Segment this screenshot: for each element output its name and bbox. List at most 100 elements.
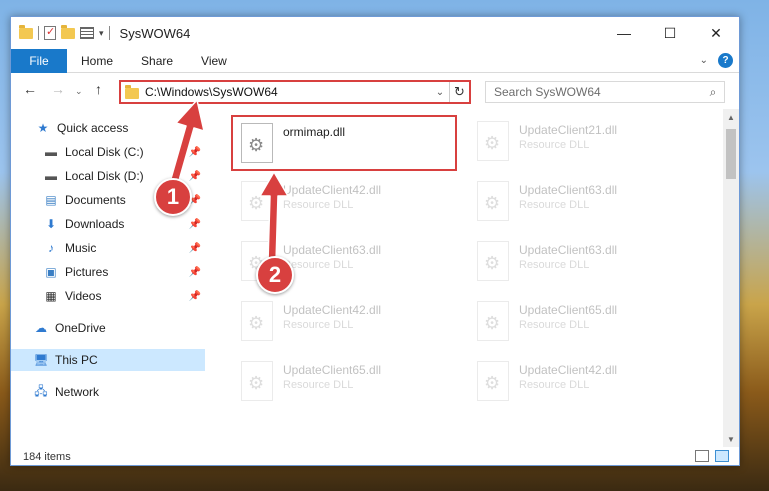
file-type: Resource DLL: [519, 199, 590, 211]
pin-icon[interactable]: 📌: [189, 171, 201, 182]
file-item[interactable]: UpdateClient63.dll Resource DLL: [469, 235, 699, 287]
file-item[interactable]: UpdateClient21.dll Resource DLL: [469, 115, 699, 167]
dll-file-icon: [477, 121, 509, 161]
file-item-ormimap[interactable]: ormimap.dll: [231, 115, 457, 171]
status-bar: 184 items: [11, 447, 739, 467]
file-type: Resource DLL: [519, 139, 590, 151]
file-name: UpdateClient21.dll: [519, 123, 618, 137]
up-arrow-icon[interactable]: ↑: [95, 81, 102, 97]
folder-icon: [125, 84, 139, 99]
window-title: SysWOW64: [119, 25, 191, 41]
nav-item-music[interactable]: ♪ Music 📌: [11, 237, 205, 259]
nav-item-local-disk-c[interactable]: ▬ Local Disk (C:) 📌: [11, 141, 205, 163]
file-name: UpdateClient63.dll: [519, 243, 618, 257]
videos-icon: ▦: [45, 289, 57, 303]
tiles-view-icon[interactable]: [715, 450, 729, 462]
search-icon[interactable]: ⌕: [702, 85, 724, 100]
dll-file-icon: [477, 241, 509, 281]
pin-icon[interactable]: 📌: [189, 243, 201, 254]
cloud-icon: ☁: [35, 321, 47, 335]
ribbon-right: ⌄ ?: [700, 53, 733, 68]
file-name: UpdateClient42.dll: [283, 303, 382, 317]
file-item[interactable]: UpdateClient65.dll Resource DLL: [233, 355, 463, 407]
nav-label: OneDrive: [55, 321, 106, 335]
window-controls: — ☐ ✕: [601, 17, 739, 49]
downloads-icon: ⬇: [45, 217, 57, 231]
file-item[interactable]: UpdateClient42.dll Resource DLL: [469, 355, 699, 407]
dll-file-icon: [241, 361, 273, 401]
file-type: Resource DLL: [519, 319, 590, 331]
nav-quick-access[interactable]: ★ Quick access: [11, 117, 205, 139]
address-path[interactable]: C:\Windows\SysWOW64: [145, 85, 431, 99]
pin-icon[interactable]: 📌: [189, 147, 201, 158]
pin-icon[interactable]: 📌: [189, 291, 201, 302]
dll-file-icon: [477, 361, 509, 401]
nav-item-pictures[interactable]: ▣ Pictures 📌: [11, 261, 205, 283]
address-bar[interactable]: C:\Windows\SysWOW64 ⌄ ↻: [119, 80, 471, 104]
customize-dropdown-icon[interactable]: ▾: [99, 28, 104, 39]
help-icon[interactable]: ?: [718, 53, 733, 68]
nav-network[interactable]: 🖧 Network: [11, 381, 205, 403]
file-item[interactable]: UpdateClient42.dll Resource DLL: [233, 175, 463, 227]
network-icon: 🖧: [34, 383, 48, 398]
vertical-scrollbar[interactable]: ▲ ▼: [723, 109, 739, 447]
documents-icon: ▤: [45, 193, 57, 207]
scroll-up-icon[interactable]: ▲: [723, 109, 739, 125]
file-name: UpdateClient65.dll: [519, 303, 618, 317]
dll-file-icon: [241, 123, 273, 163]
file-name: UpdateClient42.dll: [519, 363, 618, 377]
quick-access-toolbar: ▾: [11, 24, 110, 40]
tab-share[interactable]: Share: [127, 49, 187, 72]
explorer-window: ▾ SysWOW64 — ☐ ✕ File Home Share View ⌄ …: [10, 16, 740, 466]
scroll-thumb[interactable]: [726, 129, 736, 179]
nav-label: Pictures: [65, 265, 109, 279]
dll-file-icon: [241, 301, 273, 341]
pin-icon[interactable]: 📌: [189, 219, 201, 230]
separator: [38, 26, 39, 40]
dll-file-icon: [477, 301, 509, 341]
dll-file-icon: [241, 181, 273, 221]
nav-item-downloads[interactable]: ⬇ Downloads 📌: [11, 213, 205, 235]
search-box[interactable]: Search SysWOW64 ⌕: [485, 81, 725, 103]
file-type: Resource DLL: [283, 319, 354, 331]
nav-label: Downloads: [65, 217, 125, 231]
separator: [108, 26, 110, 40]
search-input[interactable]: Search SysWOW64: [494, 85, 702, 99]
nav-label: Local Disk (D:): [65, 169, 144, 183]
tab-view[interactable]: View: [187, 49, 241, 72]
file-item[interactable]: UpdateClient65.dll Resource DLL: [469, 295, 699, 347]
nav-this-pc[interactable]: 🖥 This PC: [11, 349, 205, 371]
nav-label: Quick access: [57, 121, 129, 135]
address-dropdown-icon[interactable]: ⌄: [431, 87, 449, 98]
tab-file[interactable]: File: [11, 49, 67, 73]
scroll-down-icon[interactable]: ▼: [723, 431, 739, 447]
file-item[interactable]: UpdateClient42.dll Resource DLL: [233, 295, 463, 347]
nav-label: Documents: [65, 193, 126, 207]
minimize-button[interactable]: —: [601, 17, 647, 49]
nav-label: Network: [55, 385, 100, 399]
details-view-icon[interactable]: [695, 450, 709, 462]
folder-icon: [19, 24, 33, 39]
file-item[interactable]: UpdateClient63.dll Resource DLL: [469, 175, 699, 227]
nav-label: Local Disk (C:): [65, 145, 144, 159]
pin-icon[interactable]: 📌: [189, 267, 201, 278]
file-type: Resource DLL: [519, 379, 590, 391]
back-arrow-icon[interactable]: ←: [23, 81, 37, 97]
refresh-icon[interactable]: ↻: [449, 82, 469, 102]
forward-arrow-icon[interactable]: →: [51, 81, 65, 97]
properties-icon[interactable]: [44, 25, 56, 40]
nav-item-videos[interactable]: ▦ Videos 📌: [11, 285, 205, 307]
title-bar: ▾ SysWOW64 — ☐ ✕: [11, 17, 739, 49]
tab-home[interactable]: Home: [67, 49, 127, 72]
file-type: Resource DLL: [519, 259, 590, 271]
expand-ribbon-icon[interactable]: ⌄: [700, 55, 708, 66]
close-button[interactable]: ✕: [693, 17, 739, 49]
nav-onedrive[interactable]: ☁ OneDrive: [11, 317, 205, 339]
file-list: ormimap.dll UpdateClient21.dll Resource …: [225, 115, 721, 445]
recent-locations-icon[interactable]: ⌄: [75, 86, 83, 97]
maximize-button[interactable]: ☐: [647, 17, 693, 49]
view-icon[interactable]: [80, 27, 94, 39]
file-type: Resource DLL: [283, 259, 354, 271]
new-folder-icon[interactable]: [61, 24, 75, 39]
file-type: Resource DLL: [283, 379, 354, 391]
